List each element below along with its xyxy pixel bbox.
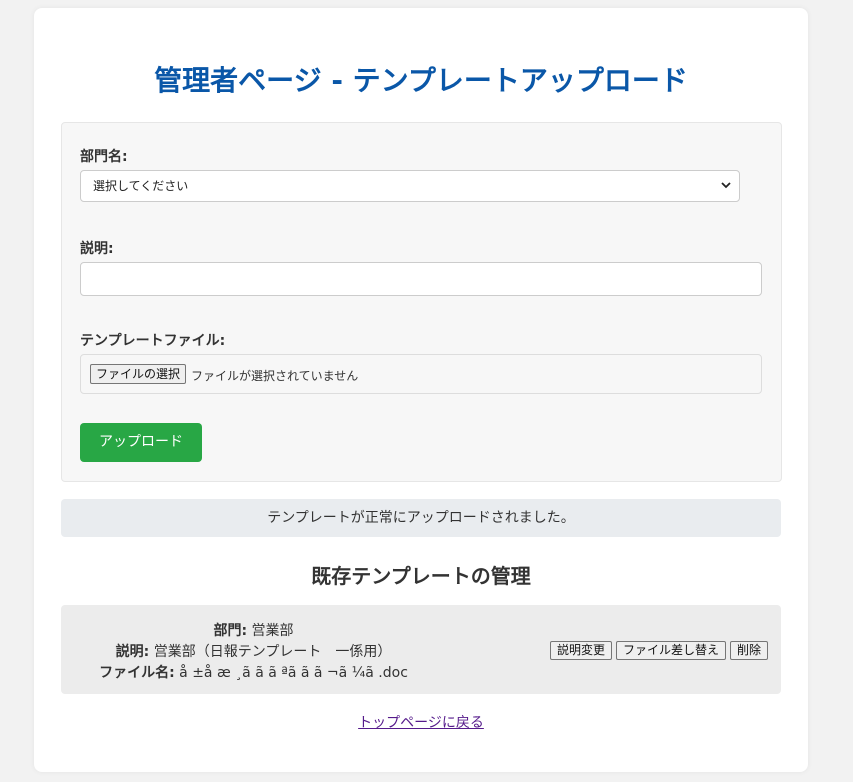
file-status-text: ファイルが選択されていません bbox=[191, 369, 359, 383]
delete-button[interactable]: 削除 bbox=[729, 641, 768, 660]
file-label: テンプレートファイル: bbox=[80, 333, 226, 349]
department-select-value: 選択してください bbox=[93, 179, 189, 193]
template-filename-value: å ±å æ ¸ã ã ã ªã ã ã ¬ã ¼ã .doc bbox=[179, 665, 408, 681]
edit-description-button[interactable]: 説明変更 bbox=[549, 641, 612, 660]
template-filename: ファイル名: å ±å æ ¸ã ã ã ªã ã ã ¬ã ¼ã .doc bbox=[75, 663, 432, 684]
file-input: ファイルの選択 ファイルが選択されていません bbox=[80, 354, 762, 394]
template-description: 説明: 営業部（日報テンプレート 一係用） bbox=[75, 642, 432, 663]
template-actions: 説明変更 ファイル差し替え 削除 bbox=[549, 641, 768, 660]
template-department: 部門: 営業部 bbox=[75, 621, 432, 642]
template-info: 部門: 営業部 説明: 営業部（日報テンプレート 一係用） ファイル名: å ±… bbox=[75, 621, 432, 684]
chevron-down-icon bbox=[721, 171, 731, 213]
existing-templates-title: 既存テンプレートの管理 bbox=[311, 564, 531, 588]
upload-form: 部門名: 選択してください 説明: テンプレートファイル: ファイルの選択 ファ… bbox=[61, 122, 782, 482]
replace-file-button[interactable]: ファイル差し替え bbox=[615, 641, 726, 660]
template-department-label: 部門: bbox=[213, 623, 248, 639]
template-row: 部門: 営業部 説明: 営業部（日報テンプレート 一係用） ファイル名: å ±… bbox=[61, 605, 781, 694]
back-to-top-link[interactable]: トップページに戻る bbox=[34, 712, 808, 732]
template-filename-label: ファイル名: bbox=[99, 665, 175, 681]
description-input[interactable] bbox=[80, 262, 762, 296]
admin-card: 管理者ページ - テンプレートアップロード 部門名: 選択してください 説明: … bbox=[34, 8, 808, 772]
description-label: 説明: bbox=[80, 241, 114, 257]
template-department-value: 営業部 bbox=[251, 623, 294, 639]
choose-file-button[interactable]: ファイルの選択 bbox=[90, 364, 187, 384]
upload-button[interactable]: アップロード bbox=[80, 423, 202, 462]
template-description-label: 説明: bbox=[115, 644, 150, 660]
success-alert: テンプレートが正常にアップロードされました。 bbox=[61, 499, 781, 537]
template-description-value: 営業部（日報テンプレート 一係用） bbox=[153, 644, 392, 660]
department-label: 部門名: bbox=[80, 149, 128, 165]
department-select[interactable]: 選択してください bbox=[80, 170, 740, 202]
page-title: 管理者ページ - テンプレートアップロード bbox=[154, 64, 688, 97]
